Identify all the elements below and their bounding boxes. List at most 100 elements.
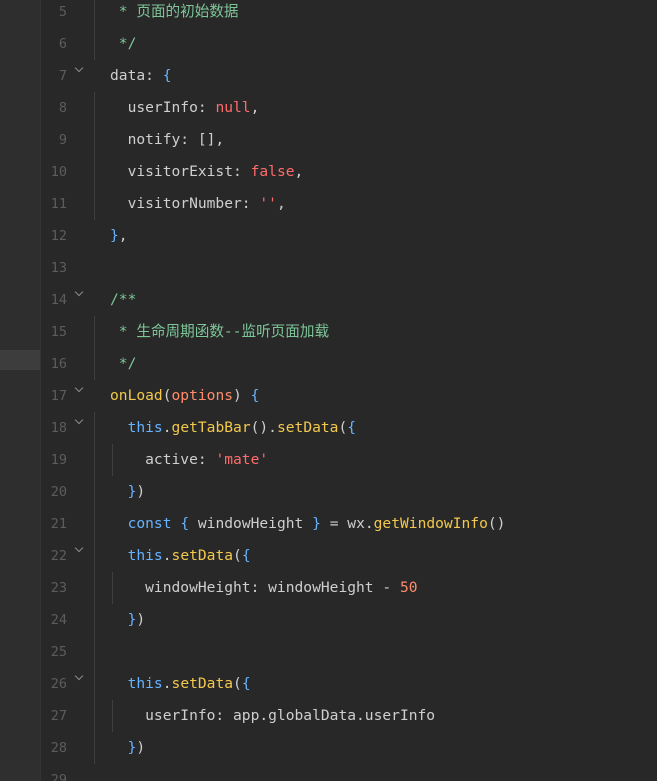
indent-guide bbox=[94, 604, 95, 636]
code-line[interactable]: 16 */ bbox=[41, 348, 657, 380]
code-line[interactable]: 6 */ bbox=[41, 28, 657, 60]
indent-guide bbox=[94, 92, 95, 124]
code-line[interactable]: 27 userInfo: app.globalData.userInfo bbox=[41, 700, 657, 732]
line-number: 27 bbox=[50, 708, 67, 724]
code-text: /** bbox=[110, 291, 137, 308]
code-text: */ bbox=[110, 35, 137, 52]
indent-guide bbox=[94, 28, 95, 60]
indent-guide bbox=[94, 508, 95, 540]
fold-chevron-icon[interactable] bbox=[74, 541, 86, 553]
code-line[interactable]: 14 /** bbox=[41, 284, 657, 316]
code-line[interactable]: 28 }) bbox=[41, 732, 657, 764]
indent-guide bbox=[94, 636, 95, 668]
code-text: onLoad(options) { bbox=[110, 387, 260, 404]
line-number: 18 bbox=[50, 420, 67, 436]
line-number: 23 bbox=[50, 580, 67, 596]
code-line[interactable]: 24 }) bbox=[41, 604, 657, 636]
line-number: 11 bbox=[50, 196, 67, 212]
line-number: 5 bbox=[58, 4, 67, 20]
line-number: 25 bbox=[50, 644, 67, 660]
line-number: 10 bbox=[50, 164, 67, 180]
code-line[interactable]: 12}, bbox=[41, 220, 657, 252]
line-number: 14 bbox=[50, 292, 67, 308]
code-text: }) bbox=[127, 739, 146, 756]
line-number: 24 bbox=[50, 612, 67, 628]
code-text: const { windowHeight } = wx.getWindowInf… bbox=[127, 515, 506, 532]
fold-chevron-icon[interactable] bbox=[74, 285, 86, 297]
indent-guide bbox=[94, 444, 95, 476]
line-number: 13 bbox=[50, 260, 67, 276]
code-line[interactable]: 17 onLoad(options) { bbox=[41, 380, 657, 412]
code-line[interactable]: 25 bbox=[41, 636, 657, 668]
line-number: 9 bbox=[58, 132, 67, 148]
code-text: notify: [], bbox=[110, 131, 225, 148]
fold-chevron-icon[interactable] bbox=[74, 381, 86, 393]
code-line[interactable]: 29 bbox=[41, 764, 657, 781]
indent-guide bbox=[94, 572, 95, 604]
code-text: data: { bbox=[110, 67, 172, 84]
code-line[interactable]: 13 bbox=[41, 252, 657, 284]
indent-guide bbox=[94, 412, 95, 444]
line-number: 21 bbox=[50, 516, 67, 532]
indent-guide bbox=[94, 732, 95, 764]
indent-guide bbox=[94, 700, 95, 732]
line-number: 7 bbox=[58, 68, 67, 84]
code-text: }, bbox=[110, 227, 128, 244]
line-number: 20 bbox=[50, 484, 67, 500]
code-text: userInfo: app.globalData.userInfo bbox=[110, 707, 436, 724]
line-number: 17 bbox=[50, 388, 67, 404]
line-number: 12 bbox=[50, 228, 67, 244]
code-text: }) bbox=[127, 483, 146, 500]
line-number: 6 bbox=[58, 36, 67, 52]
code-text: userInfo: null, bbox=[110, 99, 260, 116]
code-lines: 5 * 页面的初始数据 6 */7 data: {8 userInfo: null,… bbox=[41, 0, 657, 781]
code-editor[interactable]: 5 * 页面的初始数据 6 */7 data: {8 userInfo: null,… bbox=[0, 0, 657, 781]
indent-guide bbox=[94, 156, 95, 188]
indent-guide bbox=[94, 348, 95, 380]
indent-guide bbox=[94, 668, 95, 700]
code-line[interactable]: 10 visitorExist: false, bbox=[41, 156, 657, 188]
code-line[interactable]: 21 const { windowHeight } = wx.getWindow… bbox=[41, 508, 657, 540]
code-line[interactable]: 18 this.getTabBar().setData({ bbox=[41, 412, 657, 444]
indent-guide bbox=[94, 0, 95, 28]
indent-guide bbox=[94, 540, 95, 572]
code-line[interactable]: 26 this.setData({ bbox=[41, 668, 657, 700]
line-number: 26 bbox=[50, 676, 67, 692]
left-activity-strip bbox=[0, 0, 41, 781]
code-line[interactable]: 22 this.setData({ bbox=[41, 540, 657, 572]
code-text: }) bbox=[127, 611, 146, 628]
code-text: windowHeight: windowHeight - 50 bbox=[110, 579, 418, 596]
code-line[interactable]: 9 notify: [], bbox=[41, 124, 657, 156]
fold-chevron-icon[interactable] bbox=[74, 413, 86, 425]
code-line[interactable]: 5 * 页面的初始数据 bbox=[41, 0, 657, 28]
line-number: 8 bbox=[58, 100, 67, 116]
code-text: visitorExist: false, bbox=[110, 163, 304, 180]
indent-guide bbox=[94, 188, 95, 220]
code-text: * 生命周期函数--监听页面加载 bbox=[110, 323, 330, 340]
current-line-marker bbox=[0, 350, 40, 370]
line-number: 15 bbox=[50, 324, 67, 340]
code-text: this.getTabBar().setData({ bbox=[127, 419, 357, 436]
code-line[interactable]: 11 visitorNumber: '', bbox=[41, 188, 657, 220]
fold-chevron-icon[interactable] bbox=[74, 669, 86, 681]
code-text: this.setData({ bbox=[127, 547, 251, 564]
code-text: active: 'mate' bbox=[110, 451, 269, 468]
code-text: visitorNumber: '', bbox=[110, 195, 286, 212]
code-line[interactable]: 19 active: 'mate' bbox=[41, 444, 657, 476]
code-line[interactable]: 20 }) bbox=[41, 476, 657, 508]
indent-guide bbox=[94, 476, 95, 508]
code-text: * 页面的初始数据 bbox=[110, 3, 239, 20]
code-line[interactable]: 15 * 生命周期函数--监听页面加载 bbox=[41, 316, 657, 348]
indent-guide bbox=[94, 124, 95, 156]
line-number: 16 bbox=[50, 356, 67, 372]
line-number: 28 bbox=[50, 740, 67, 756]
line-number: 29 bbox=[50, 772, 67, 781]
fold-chevron-icon[interactable] bbox=[74, 61, 86, 73]
indent-guide bbox=[94, 316, 95, 348]
code-text: */ bbox=[110, 355, 137, 372]
code-text: this.setData({ bbox=[127, 675, 251, 692]
scroll-marker bbox=[0, 761, 40, 781]
code-line[interactable]: 7 data: { bbox=[41, 60, 657, 92]
code-line[interactable]: 23 windowHeight: windowHeight - 50 bbox=[41, 572, 657, 604]
code-line[interactable]: 8 userInfo: null, bbox=[41, 92, 657, 124]
